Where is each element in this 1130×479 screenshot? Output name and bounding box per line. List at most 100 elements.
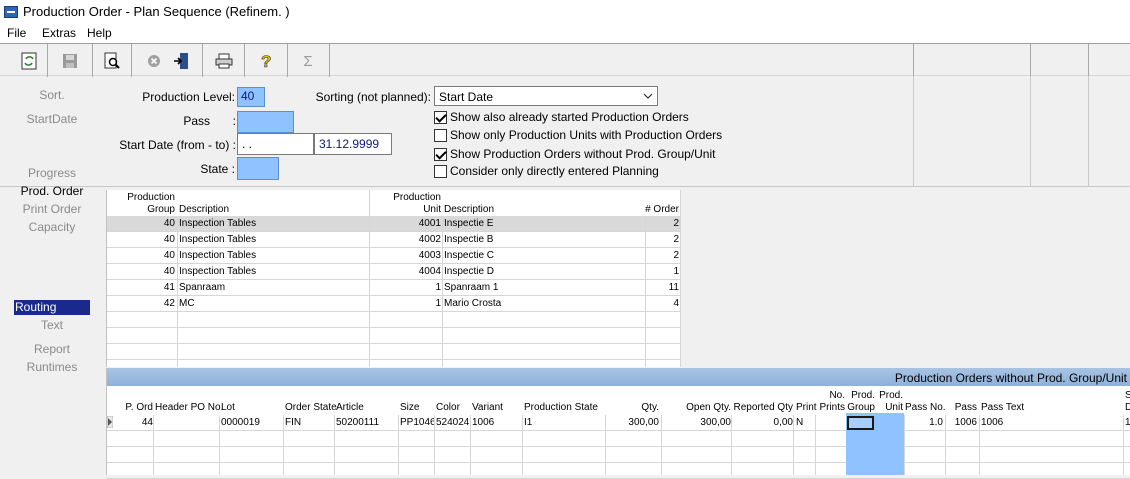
table-row-empty[interactable] bbox=[107, 431, 1130, 447]
cell-description: Inspection Tables bbox=[179, 266, 257, 277]
table-row-empty[interactable] bbox=[107, 312, 681, 328]
col-prod-group[interactable]: Prod. Group bbox=[847, 390, 875, 414]
col-pass-text[interactable]: Pass Text bbox=[981, 402, 1031, 414]
production-units-grid: Production Group Description Production Un… bbox=[106, 190, 681, 376]
checkbox-icon[interactable] bbox=[434, 165, 447, 178]
menu-extras[interactable]: Extras bbox=[42, 26, 76, 40]
save-icon[interactable] bbox=[59, 50, 81, 72]
col-open-qty[interactable]: Open Qty. bbox=[663, 402, 731, 414]
table-row[interactable]: 41 Spanraam 1 Spanraam 1 11 bbox=[107, 280, 681, 296]
cell-description: Spanraam bbox=[179, 282, 226, 293]
col-p-ord[interactable]: P. Ord bbox=[115, 402, 153, 414]
nav-progress[interactable]: Progress bbox=[14, 165, 90, 181]
col-description[interactable]: Description bbox=[179, 204, 229, 216]
cell-p-ord: 44 bbox=[141, 417, 153, 428]
table-row[interactable]: 44 0000019 FIN 50200111 PP1046 524024 1006 I1 30… bbox=[107, 415, 1130, 431]
table-row[interactable]: 40 Inspection Tables 4003 Inspectie C 2 bbox=[107, 248, 681, 264]
state-field[interactable] bbox=[237, 157, 279, 180]
nav-capacity[interactable]: Capacity bbox=[14, 219, 90, 235]
col-color[interactable]: Color bbox=[436, 402, 468, 414]
cancel-icon[interactable] bbox=[143, 50, 165, 72]
preview-icon[interactable] bbox=[101, 50, 123, 72]
col-article[interactable]: Article bbox=[336, 402, 396, 414]
table-row[interactable]: 40 Inspection Tables 4002 Inspectie B 2 bbox=[107, 232, 681, 248]
exit-icon[interactable] bbox=[170, 50, 192, 72]
col-prod-unit[interactable]: Production Unit bbox=[369, 192, 441, 216]
cell-group: 41 bbox=[163, 282, 175, 293]
cell-unit-description: Mario Crosta bbox=[444, 298, 502, 309]
cell-group: 42 bbox=[163, 298, 175, 309]
production-level-field[interactable]: 40 bbox=[237, 87, 265, 107]
cell-order-count: 1 bbox=[673, 266, 679, 277]
cell-order-count: 2 bbox=[673, 234, 679, 245]
col-variant[interactable]: Variant bbox=[472, 402, 522, 414]
cell-unit-description: Inspectie C bbox=[444, 250, 495, 261]
col-qty[interactable]: Qty. bbox=[607, 402, 659, 414]
cell-unit: 1 bbox=[435, 282, 441, 293]
col-unit-description[interactable]: Description bbox=[444, 204, 494, 216]
menu-help[interactable]: Help bbox=[87, 26, 112, 40]
cell-order-count: 2 bbox=[673, 218, 679, 229]
table-row-empty[interactable] bbox=[107, 344, 681, 360]
col-no-prints[interactable]: No. Prints bbox=[817, 390, 845, 414]
col-pass[interactable]: Pass bbox=[947, 402, 977, 414]
cell-variant: 1006 bbox=[472, 417, 495, 428]
cell-group: 40 bbox=[163, 250, 175, 261]
nav-routing[interactable]: Routing bbox=[14, 300, 90, 315]
col-lot[interactable]: Lot bbox=[221, 402, 281, 414]
col-header-po[interactable]: Header PO No. bbox=[155, 402, 223, 414]
cell-group: 40 bbox=[163, 234, 175, 245]
nav-print-order[interactable]: Print Order bbox=[14, 201, 90, 217]
cell-extra: 1 bbox=[1125, 417, 1130, 428]
pass-field[interactable] bbox=[237, 111, 294, 133]
menu-file[interactable]: File bbox=[7, 26, 26, 40]
col-order-count[interactable]: # Order bbox=[627, 204, 679, 216]
col-prod-group[interactable]: Production Group bbox=[107, 192, 175, 216]
sum-icon[interactable]: Σ bbox=[297, 50, 319, 72]
table-row[interactable]: 42 MC 1 Mario Crosta 4 bbox=[107, 296, 681, 312]
cell-open-qty: 300,00 bbox=[700, 417, 731, 428]
table-row-empty[interactable] bbox=[107, 447, 1130, 463]
col-pass-no[interactable]: Pass No. bbox=[905, 402, 946, 414]
production-level-label: Production Level: bbox=[142, 90, 235, 104]
prod-unit-column-highlight bbox=[875, 413, 904, 475]
checkbox-checked-icon[interactable] bbox=[434, 148, 447, 161]
sorting-select[interactable]: Start Date bbox=[434, 86, 658, 106]
cell-unit: 4003 bbox=[418, 250, 441, 261]
cell-article: 50200111 bbox=[336, 417, 380, 428]
col-print[interactable]: Print bbox=[796, 402, 818, 414]
menu-bar: File Extras Help bbox=[0, 24, 1130, 43]
col-reported-qty[interactable]: Reported Qty bbox=[733, 402, 793, 414]
cell-unit-description: Spanraam 1 bbox=[444, 282, 499, 293]
table-row-empty[interactable] bbox=[107, 328, 681, 344]
nav-start-date[interactable]: StartDate bbox=[14, 111, 90, 127]
cell-size: PP1046 bbox=[400, 417, 436, 428]
window-title: Production Order - Plan Sequence (Refine… bbox=[23, 4, 290, 19]
print-icon[interactable] bbox=[213, 50, 235, 72]
active-cell-prod-group[interactable] bbox=[847, 416, 874, 430]
help-icon[interactable]: ? bbox=[255, 50, 277, 72]
refresh-icon[interactable] bbox=[18, 50, 40, 72]
cell-qty: 300,00 bbox=[628, 417, 659, 428]
nav-sort[interactable]: Sort. bbox=[14, 87, 90, 103]
col-extra[interactable]: SD bbox=[1125, 390, 1130, 414]
col-size[interactable]: Size bbox=[400, 402, 428, 414]
col-prod-state[interactable]: Production State bbox=[524, 402, 604, 414]
col-prod-unit[interactable]: Prod. Unit bbox=[875, 390, 903, 414]
checkbox-checked-icon[interactable] bbox=[434, 111, 447, 124]
sorting-select-value: Start Date bbox=[439, 90, 494, 104]
nav-report[interactable]: Report bbox=[14, 341, 90, 357]
table-row[interactable]: 40 Inspection Tables 4004 Inspectie D 1 bbox=[107, 264, 681, 280]
start-date-to-field[interactable]: 31.12.9999 bbox=[314, 133, 392, 155]
table-row[interactable]: 40 Inspection Tables 4001 Inspectie E 2 bbox=[107, 216, 681, 232]
table-row-empty[interactable] bbox=[107, 463, 1130, 479]
nav-prod-order[interactable]: Prod. Order bbox=[14, 183, 90, 199]
nav-runtimes[interactable]: Runtimes bbox=[14, 359, 90, 375]
cell-pass-text: 1006 bbox=[981, 417, 1004, 428]
checkbox-icon[interactable] bbox=[434, 129, 447, 142]
nav-text[interactable]: Text bbox=[14, 317, 90, 333]
cell-color: 524024 bbox=[436, 417, 470, 428]
col-order-state[interactable]: Order State bbox=[285, 402, 337, 414]
start-date-from-field[interactable]: . . bbox=[237, 133, 314, 155]
toolbar: ? Σ bbox=[0, 43, 1130, 77]
